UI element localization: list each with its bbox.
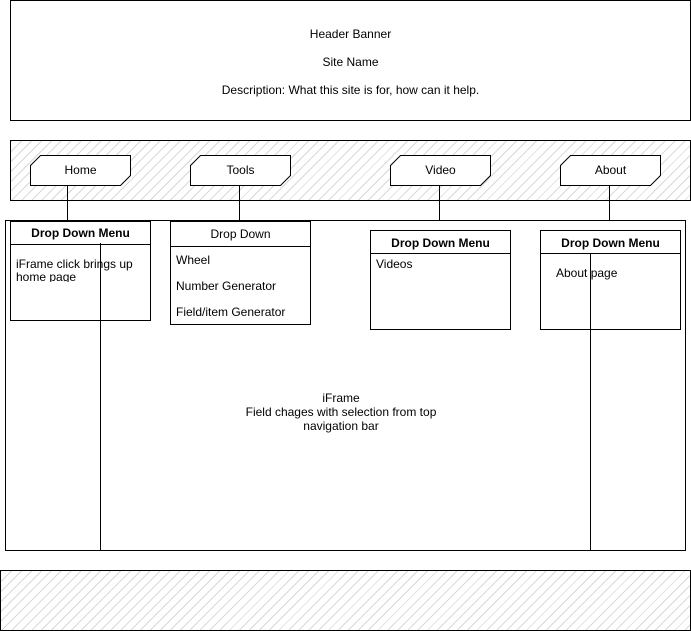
nav-tab-about[interactable]: About xyxy=(560,155,661,186)
dropdown-tools-title: Drop Down xyxy=(210,227,271,241)
dropdown-home: Drop Down Menu iFrame click brings up ho… xyxy=(10,221,151,321)
footer-bar xyxy=(0,570,691,631)
iframe-title: iFrame xyxy=(322,391,360,405)
tools-connector-line xyxy=(239,185,240,221)
nav-tab-video[interactable]: Video xyxy=(390,155,491,186)
dropdown-tools: Drop Down Wheel Number Generator Field/i… xyxy=(170,221,311,325)
menu-item-field-item-generator[interactable]: Field/item Generator xyxy=(176,305,285,319)
dropdown-divider xyxy=(11,244,150,245)
site-description: Description: What this site is for, how … xyxy=(221,83,480,97)
dropdown-video-title: Drop Down Menu xyxy=(391,236,490,250)
dropdown-about: Drop Down Menu About page xyxy=(540,230,681,330)
dropdown-about-title: Drop Down Menu xyxy=(561,236,660,250)
header-banner: Header Banner Site Name Description: Wha… xyxy=(10,0,691,121)
menu-item-number-generator[interactable]: Number Generator xyxy=(176,279,276,293)
home-connector-line xyxy=(67,185,68,221)
nav-tab-home-label: Home xyxy=(64,163,97,177)
dropdown-divider xyxy=(371,253,510,254)
header-banner-title: Header Banner xyxy=(309,27,392,41)
menu-item-wheel[interactable]: Wheel xyxy=(176,253,210,267)
iframe-left-column-line xyxy=(100,243,101,551)
iframe-caption-block: iFrame Field chages with selection from … xyxy=(236,391,446,433)
nav-tab-video-label: Video xyxy=(425,163,456,177)
menu-item-videos[interactable]: Videos xyxy=(376,257,412,271)
dropdown-home-text[interactable]: iFrame click brings up home page xyxy=(16,258,141,282)
dropdown-video: Drop Down Menu Videos xyxy=(370,230,511,330)
iframe-right-column-line-upper xyxy=(590,253,591,330)
dropdown-divider xyxy=(541,253,680,254)
nav-tab-tools-label: Tools xyxy=(226,163,255,177)
dropdown-home-title: Drop Down Menu xyxy=(31,226,130,240)
nav-tab-about-label: About xyxy=(594,163,627,177)
site-name: Site Name xyxy=(322,55,379,69)
menu-item-about-page[interactable]: About page xyxy=(556,266,617,280)
dropdown-divider xyxy=(171,246,310,247)
nav-tab-tools[interactable]: Tools xyxy=(190,155,291,186)
iframe-right-column-line xyxy=(590,330,591,551)
iframe-caption: Field chages with selection from top nav… xyxy=(245,405,437,433)
nav-tab-home[interactable]: Home xyxy=(30,155,131,186)
